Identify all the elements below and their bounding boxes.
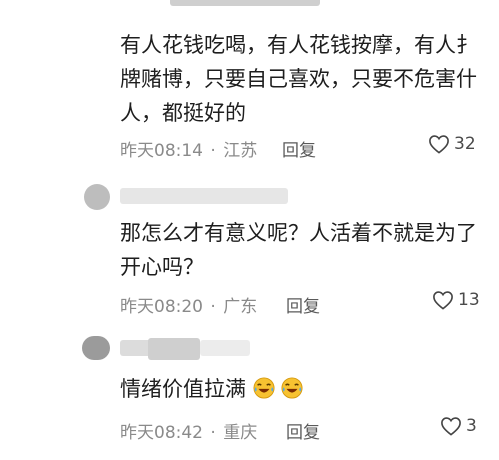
like-count: 3: [466, 416, 477, 436]
comment-location: 重庆: [223, 423, 258, 443]
comment-time: 昨天08:20: [120, 297, 203, 317]
comment-text-line: 情绪价值拉满: [120, 377, 246, 401]
heart-outline-icon: [429, 135, 449, 154]
comment-text: 那怎么才有意义呢？人活着不就是为了 开心吗？: [120, 216, 499, 284]
comment-meta: 昨天08:42 · 重庆: [120, 418, 257, 443]
comment-text-line: 有人花钱吃喝，有人花钱按摩，有人扌: [120, 33, 477, 57]
comment-text: 有人花钱吃喝，有人花钱按摩，有人扌 牌赌博，只要自己喜欢，只要不危害什 人，都挺…: [120, 28, 499, 130]
comment-list: 有人花钱吃喝，有人花钱按摩，有人扌 牌赌博，只要自己喜欢，只要不危害什 人，都挺…: [0, 0, 499, 460]
avatar[interactable]: [82, 336, 110, 360]
like-count: 13: [458, 290, 480, 310]
username-blurred[interactable]: [120, 188, 288, 204]
reply-button[interactable]: 回复: [282, 136, 316, 161]
comment-meta: 昨天08:14 · 江苏: [120, 136, 257, 161]
username-blurred[interactable]: [148, 338, 200, 360]
like-button[interactable]: 3: [440, 416, 477, 436]
comment-text-line: 牌赌博，只要自己喜欢，只要不危害什: [120, 67, 477, 91]
username-blurred[interactable]: [200, 340, 250, 356]
comment-time: 昨天08:42: [120, 423, 203, 443]
comment-text-line: 开心吗？: [120, 255, 204, 279]
heart-outline-icon: [433, 291, 453, 310]
like-count: 32: [454, 134, 476, 154]
comment-text-line: 人，都挺好的: [120, 101, 246, 125]
meta-separator: ·: [210, 297, 216, 317]
heart-outline-icon: [441, 417, 461, 436]
reply-button[interactable]: 回复: [286, 418, 320, 443]
like-button[interactable]: 32: [428, 134, 476, 154]
comment-text-line: 那怎么才有意义呢？人活着不就是为了: [120, 221, 477, 245]
laughing-crying-emoji-icon: [253, 377, 275, 399]
comment-time: 昨天08:14: [120, 141, 203, 161]
comment-text: 情绪价值拉满: [120, 372, 499, 406]
laughing-crying-emoji-icon: [281, 377, 303, 399]
like-button[interactable]: 13: [432, 290, 480, 310]
avatar[interactable]: [84, 184, 110, 210]
username-blurred: [170, 0, 320, 6]
comment-location: 江苏: [223, 141, 258, 161]
meta-separator: ·: [210, 423, 216, 443]
meta-separator: ·: [210, 141, 216, 161]
comment-meta: 昨天08:20 · 广东: [120, 292, 257, 317]
reply-button[interactable]: 回复: [286, 292, 320, 317]
comment-location: 广东: [223, 297, 258, 317]
